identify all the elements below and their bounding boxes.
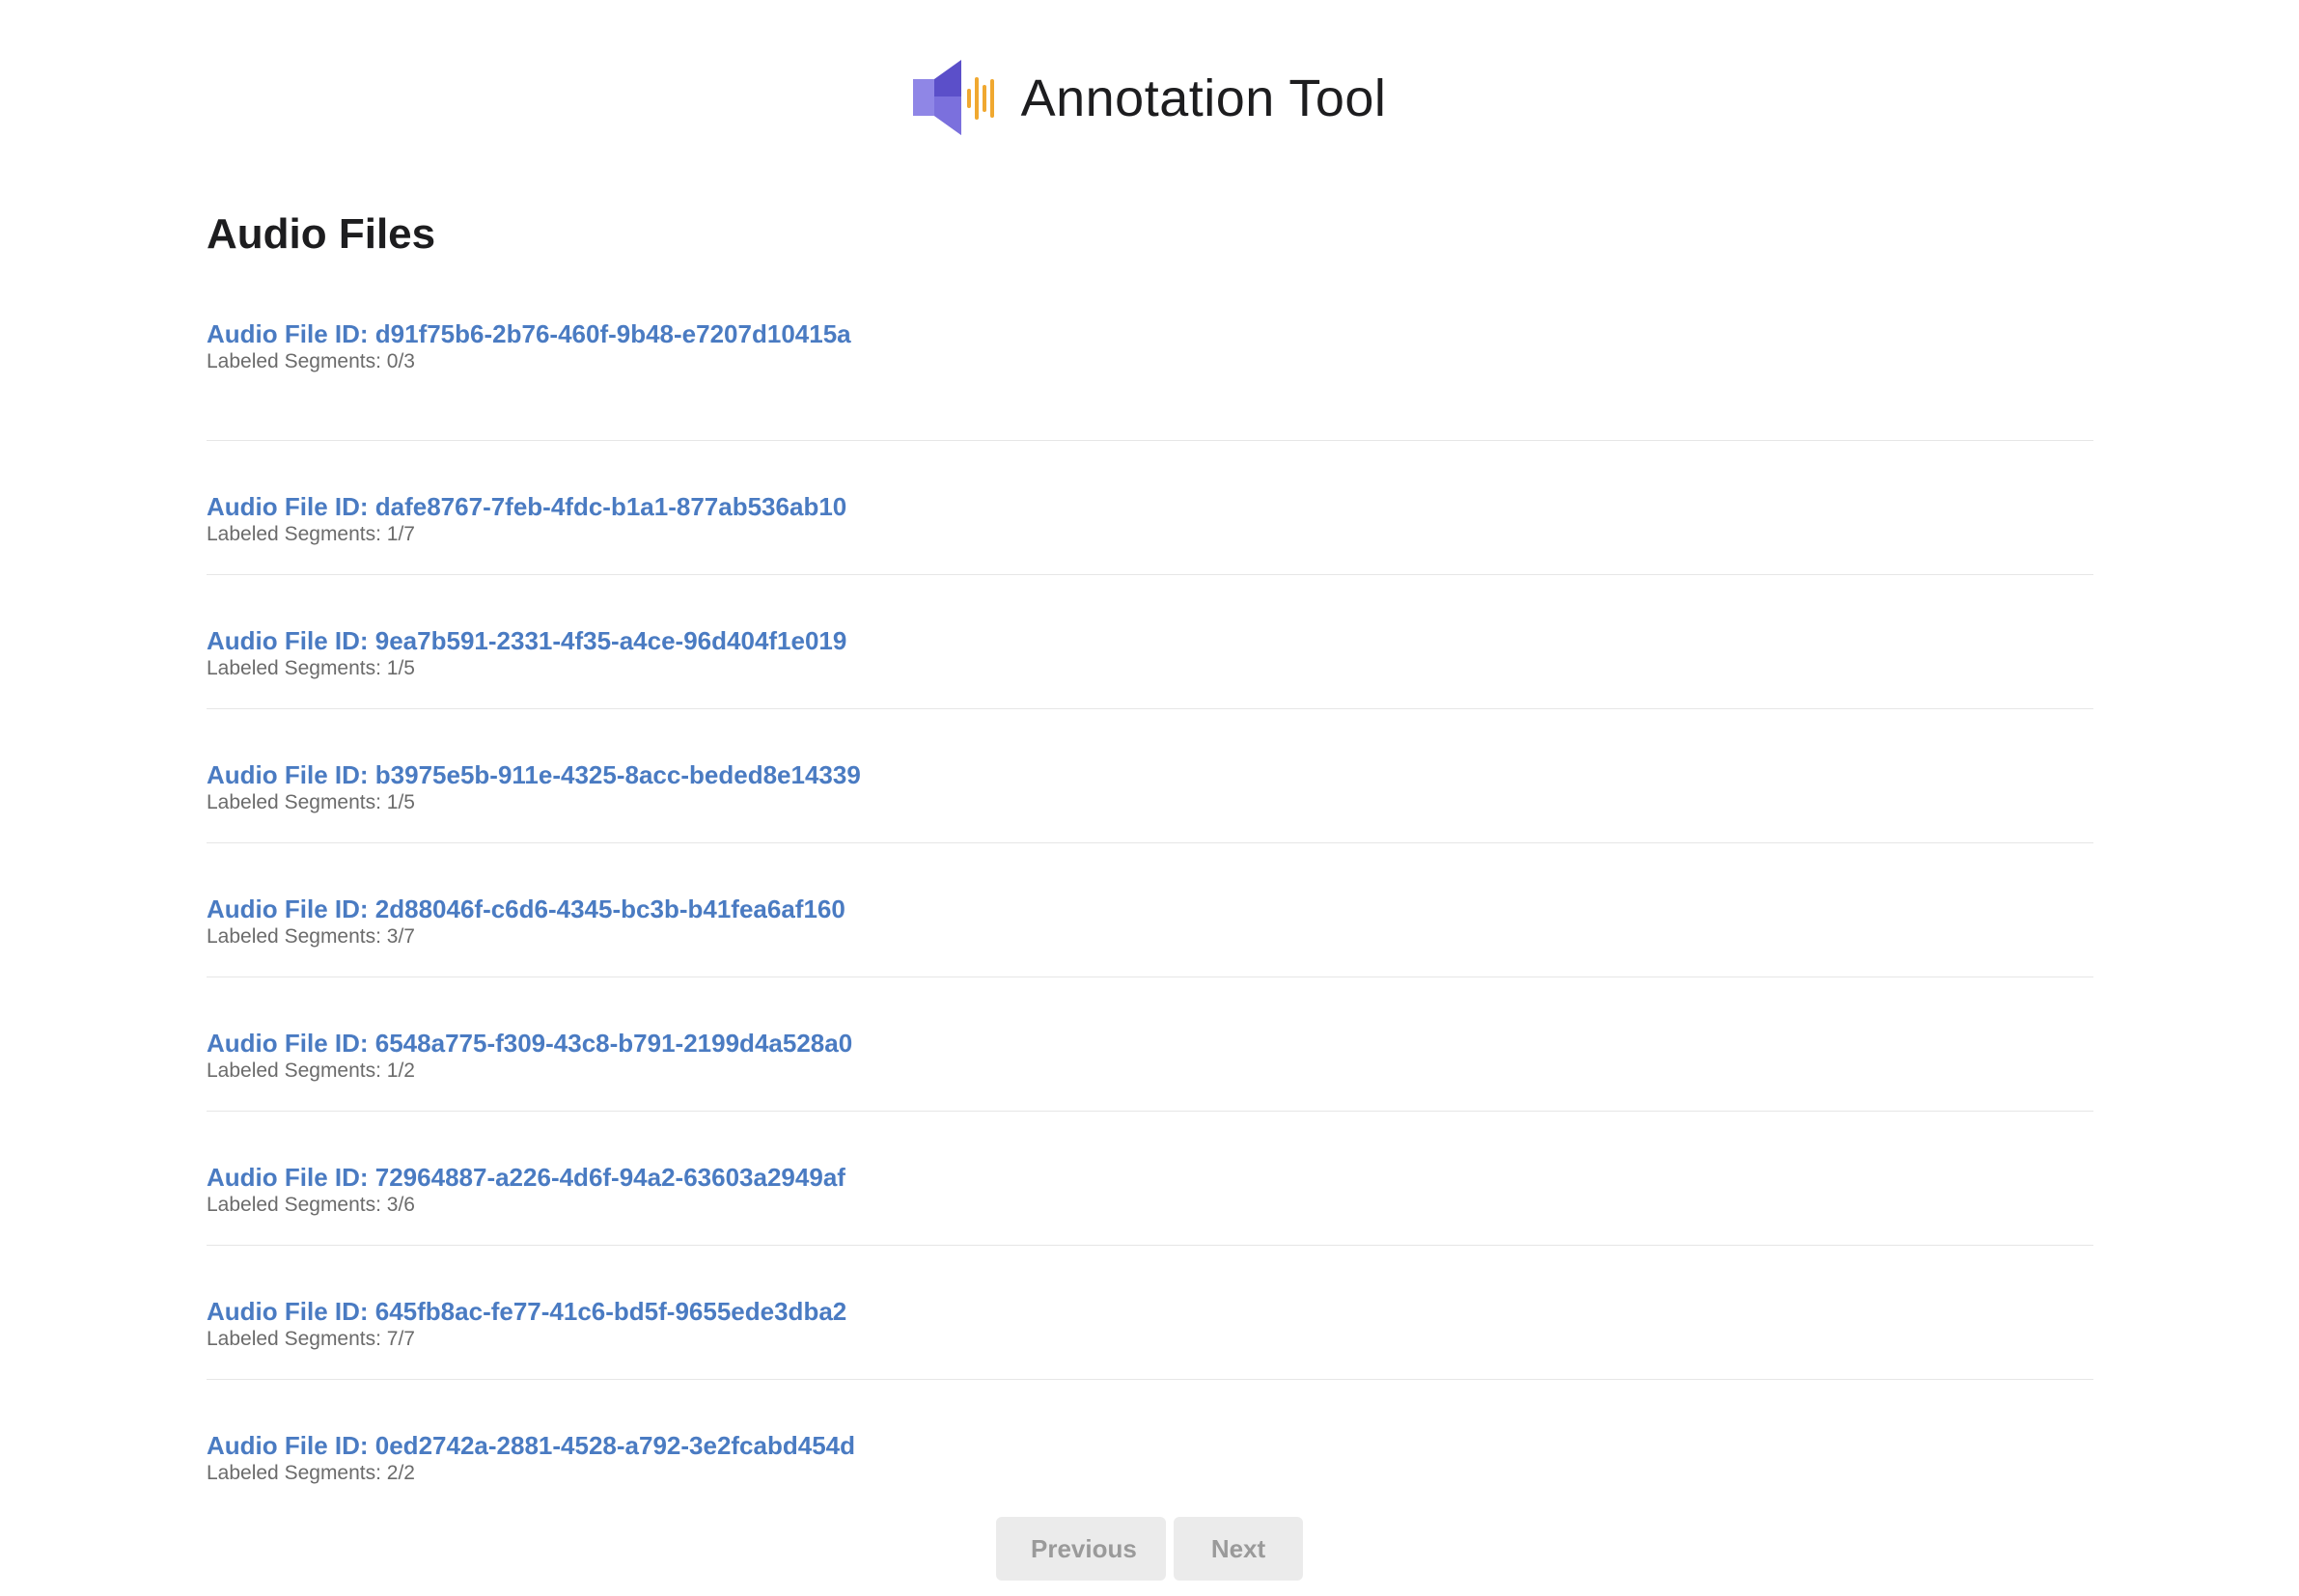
audio-file-link[interactable]: Audio File ID: 6548a775-f309-43c8-b791-2…: [207, 1028, 852, 1059]
next-button[interactable]: Next: [1174, 1517, 1303, 1581]
labeled-segments-count: Labeled Segments: 2/2: [207, 1462, 415, 1484]
labeled-segments-count: Labeled Segments: 0/3: [207, 350, 415, 372]
labeled-segments-count: Labeled Segments: 3/6: [207, 1194, 415, 1216]
audio-file-link[interactable]: Audio File ID: 645fb8ac-fe77-41c6-bd5f-9…: [207, 1296, 846, 1327]
labeled-segments-count: Labeled Segments: 1/2: [207, 1059, 415, 1082]
page-title: Audio Files: [207, 210, 436, 258]
list-item: Audio File ID: 9ea7b591-2331-4f35-a4ce-9…: [207, 575, 2093, 709]
app-title: Annotation Tool: [1020, 69, 1387, 127]
list-item: Audio File ID: d91f75b6-2b76-460f-9b48-e…: [207, 307, 2093, 441]
app-header: Annotation Tool: [0, 60, 2299, 137]
labeled-segments-count: Labeled Segments: 7/7: [207, 1328, 415, 1350]
audio-file-link[interactable]: Audio File ID: dafe8767-7feb-4fdc-b1a1-8…: [207, 491, 846, 522]
audio-file-link[interactable]: Audio File ID: 72964887-a226-4d6f-94a2-6…: [207, 1162, 845, 1193]
labeled-segments-count: Labeled Segments: 1/7: [207, 523, 415, 545]
labeled-segments-count: Labeled Segments: 1/5: [207, 657, 415, 679]
list-item: Audio File ID: 645fb8ac-fe77-41c6-bd5f-9…: [207, 1246, 2093, 1380]
list-item: Audio File ID: b3975e5b-911e-4325-8acc-b…: [207, 709, 2093, 843]
audio-file-link[interactable]: Audio File ID: d91f75b6-2b76-460f-9b48-e…: [207, 318, 851, 349]
labeled-segments-count: Labeled Segments: 1/5: [207, 791, 415, 813]
pagination: Previous Next: [0, 1517, 2299, 1581]
list-item: Audio File ID: 6548a775-f309-43c8-b791-2…: [207, 977, 2093, 1112]
list-item: Audio File ID: dafe8767-7feb-4fdc-b1a1-8…: [207, 441, 2093, 575]
audio-file-link[interactable]: Audio File ID: 9ea7b591-2331-4f35-a4ce-9…: [207, 625, 846, 656]
previous-button[interactable]: Previous: [996, 1517, 1166, 1581]
audio-file-link[interactable]: Audio File ID: b3975e5b-911e-4325-8acc-b…: [207, 759, 861, 790]
labeled-segments-count: Labeled Segments: 3/7: [207, 925, 415, 948]
audio-file-link[interactable]: Audio File ID: 2d88046f-c6d6-4345-bc3b-b…: [207, 894, 845, 924]
list-item: Audio File ID: 2d88046f-c6d6-4345-bc3b-b…: [207, 843, 2093, 977]
audio-file-link[interactable]: Audio File ID: 0ed2742a-2881-4528-a792-3…: [207, 1430, 855, 1461]
list-item: Audio File ID: 0ed2742a-2881-4528-a792-3…: [207, 1380, 2093, 1514]
list-item: Audio File ID: 72964887-a226-4d6f-94a2-6…: [207, 1112, 2093, 1246]
main-content: Audio Files Audio File ID: d91f75b6-2b76…: [207, 201, 2093, 1514]
audio-file-list: Audio File ID: d91f75b6-2b76-460f-9b48-e…: [207, 307, 2093, 1514]
speaker-soundwave-icon: [912, 60, 994, 135]
